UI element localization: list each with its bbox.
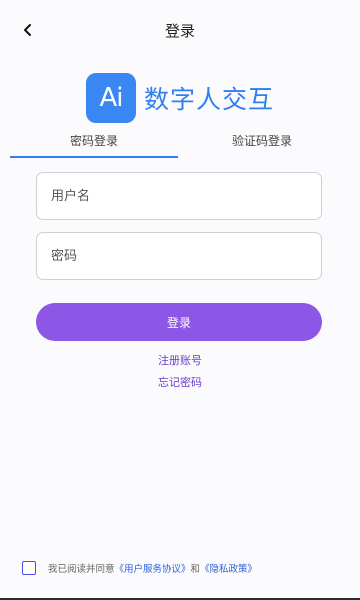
register-link[interactable]: 注册账号	[0, 352, 360, 368]
app-logo: Ai	[85, 73, 136, 123]
agreement-row: 我已阅读并同意 《用户服务协议》 和 《隐私政策》	[22, 560, 257, 576]
username-field	[36, 172, 322, 220]
login-button[interactable]: 登录	[36, 303, 322, 341]
forgot-password-link[interactable]: 忘记密码	[0, 374, 360, 390]
tab-code-login[interactable]: 验证码登录	[178, 128, 346, 158]
top-bar: 登录	[0, 0, 360, 60]
page-title: 登录	[164, 22, 195, 40]
password-field	[36, 232, 322, 280]
brand: Ai 数字人交互	[0, 72, 360, 124]
tab-password-login[interactable]: 密码登录	[10, 128, 178, 158]
agreement-prefix: 我已阅读并同意	[48, 564, 115, 575]
agreement-checkbox[interactable]	[22, 561, 36, 575]
login-tabs: 密码登录 验证码登录	[0, 128, 360, 160]
terms-link[interactable]: 《用户服务协议》	[115, 561, 191, 575]
privacy-link[interactable]: 《隐私政策》	[200, 561, 257, 575]
username-input[interactable]	[37, 173, 321, 219]
agreement-and: 和	[190, 564, 201, 575]
app-name: 数字人交互	[143, 85, 274, 114]
password-input[interactable]	[37, 233, 321, 279]
active-tab-indicator	[10, 156, 178, 158]
